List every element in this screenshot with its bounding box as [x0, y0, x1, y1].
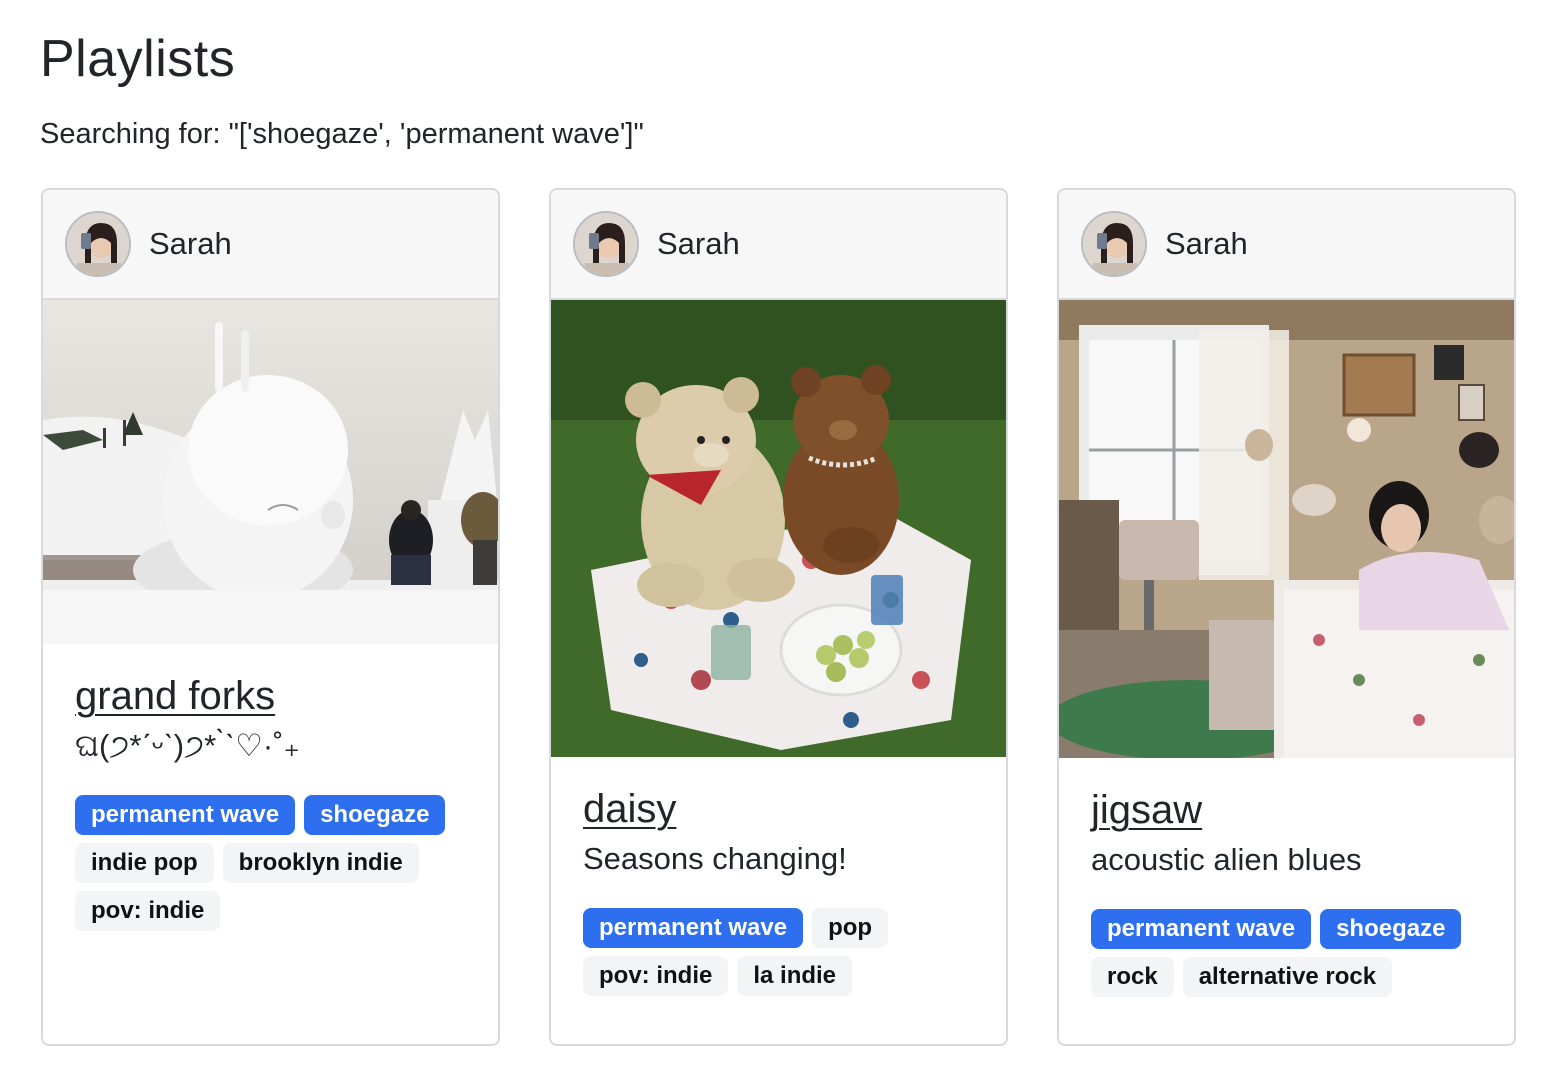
tag-list: permanent wave shoegaze indie pop brooklyn …	[75, 795, 466, 931]
genre-tag[interactable]: la indie	[737, 956, 853, 996]
genre-tag[interactable]: permanent wave	[1091, 909, 1312, 949]
search-query-text: Searching for: "['shoegaze', 'permanent …	[40, 118, 644, 150]
playlist-description: acoustic alien blues	[1091, 842, 1362, 877]
genre-tag[interactable]: pop	[812, 908, 889, 948]
genre-tag[interactable]: permanent wave	[75, 795, 296, 835]
playlist-cover-image[interactable]	[43, 300, 498, 644]
genre-tag[interactable]: pov: indie	[75, 891, 221, 931]
playlist-name-link[interactable]: jigsaw	[1091, 788, 1202, 833]
genre-tag[interactable]: indie pop	[75, 843, 214, 883]
playlist-name-link[interactable]: grand forks	[75, 674, 275, 719]
genre-tag[interactable]: alternative rock	[1182, 957, 1393, 997]
user-avatar[interactable]	[573, 211, 639, 277]
card-body: grand forks ଘ(੭*ˊᵕˋ)੭* ̀ˋ♡·˚₊ permanent …	[43, 644, 498, 931]
playlist-description: Seasons changing!	[583, 841, 847, 876]
username[interactable]: Sarah	[149, 226, 232, 262]
card-body: jigsaw acoustic alien blues permanent wa…	[1059, 758, 1514, 997]
user-avatar[interactable]	[1081, 211, 1147, 277]
genre-tag[interactable]: shoegaze	[304, 795, 446, 835]
card-body: daisy Seasons changing! permanent wave po…	[551, 757, 1006, 996]
genre-tag[interactable]: pov: indie	[583, 956, 729, 996]
playlist-card: Sarah	[1057, 188, 1516, 1046]
playlist-description: ଘ(੭*ˊᵕˋ)੭* ̀ˋ♡·˚₊	[75, 728, 300, 763]
card-header: Sarah	[551, 190, 1006, 300]
playlist-grid: Sarah grand forks ଘ(੭*ˊᵕˋ)੭* ̀ˋ♡·˚₊ perm…	[41, 188, 1516, 1046]
page-title: Playlists	[40, 30, 236, 88]
username[interactable]: Sarah	[657, 226, 740, 262]
card-header: Sarah	[1059, 190, 1514, 300]
genre-tag[interactable]: rock	[1091, 957, 1174, 997]
playlist-cover-image[interactable]	[1059, 300, 1514, 758]
tag-list: permanent wave shoegaze rock alternative ro…	[1091, 909, 1482, 997]
user-avatar[interactable]	[65, 211, 131, 277]
genre-tag[interactable]: brooklyn indie	[222, 843, 419, 883]
playlist-card: Sarah	[41, 188, 500, 1046]
genre-tag[interactable]: permanent wave	[583, 908, 804, 948]
tag-list: permanent wave pop pov: indie la indie	[583, 908, 974, 996]
playlists-page: Playlists Searching for: "['shoegaze', '…	[0, 0, 1560, 1046]
playlist-cover-image[interactable]	[551, 300, 1006, 757]
username[interactable]: Sarah	[1165, 226, 1248, 262]
genre-tag[interactable]: shoegaze	[1320, 909, 1462, 949]
playlist-card: Sarah	[549, 188, 1008, 1046]
card-header: Sarah	[43, 190, 498, 300]
playlist-name-link[interactable]: daisy	[583, 787, 676, 832]
